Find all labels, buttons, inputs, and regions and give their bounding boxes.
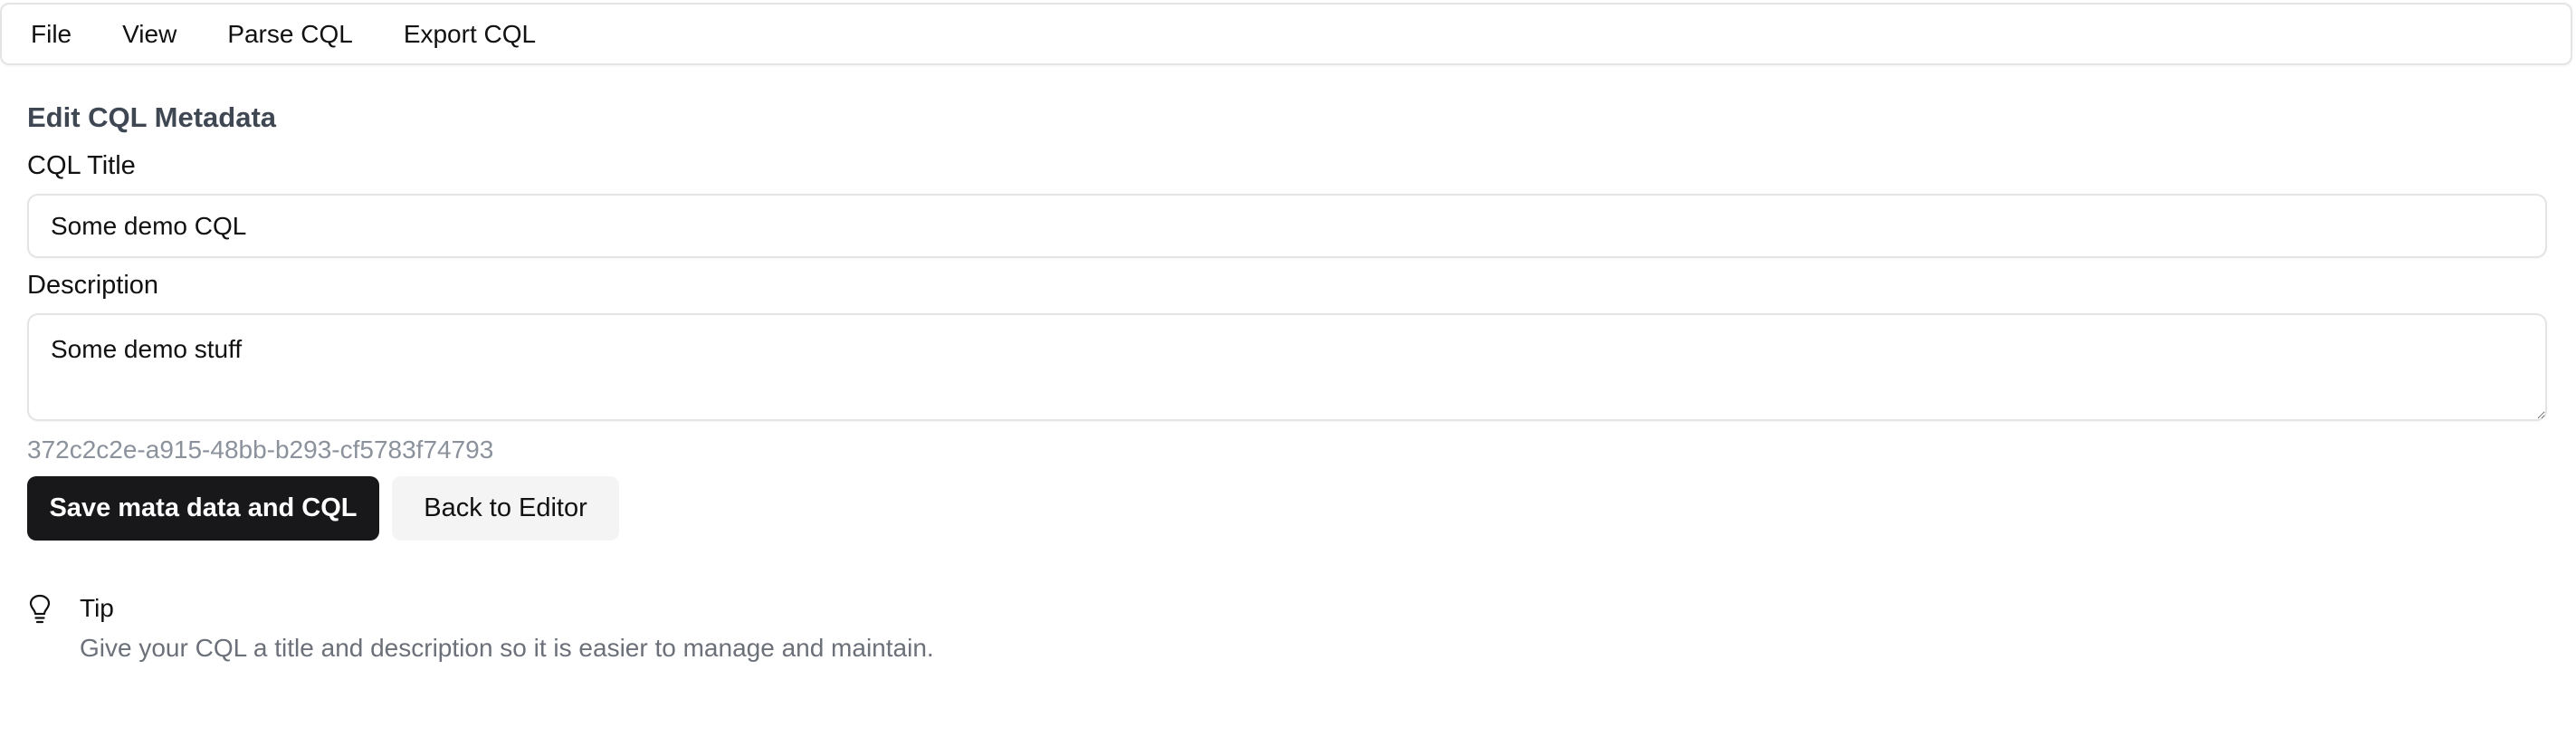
- back-to-editor-button[interactable]: Back to Editor: [392, 476, 619, 541]
- description-label: Description: [27, 271, 159, 300]
- cql-title-input[interactable]: [27, 194, 2547, 258]
- description-textarea[interactable]: Some demo stuff: [27, 313, 2547, 421]
- tip-title: Tip: [80, 594, 114, 622]
- cql-title-label: CQL Title: [27, 151, 136, 180]
- save-metadata-button[interactable]: Save mata data and CQL: [27, 476, 379, 541]
- tip-callout: Tip Give your CQL a title and descriptio…: [27, 589, 2471, 670]
- menubar: File View Parse CQL Export CQL: [0, 3, 2572, 65]
- menu-file[interactable]: File: [13, 11, 90, 58]
- menu-view[interactable]: View: [104, 11, 195, 58]
- lightbulb-icon: [27, 594, 52, 625]
- cql-id-text: 372c2c2e-a915-48bb-b293-cf5783f74793: [27, 436, 494, 464]
- tip-body: Give your CQL a title and description so…: [80, 634, 934, 662]
- menu-export-cql[interactable]: Export CQL: [386, 11, 554, 58]
- menu-parse-cql[interactable]: Parse CQL: [209, 11, 371, 58]
- section-title: Edit CQL Metadata: [27, 101, 277, 133]
